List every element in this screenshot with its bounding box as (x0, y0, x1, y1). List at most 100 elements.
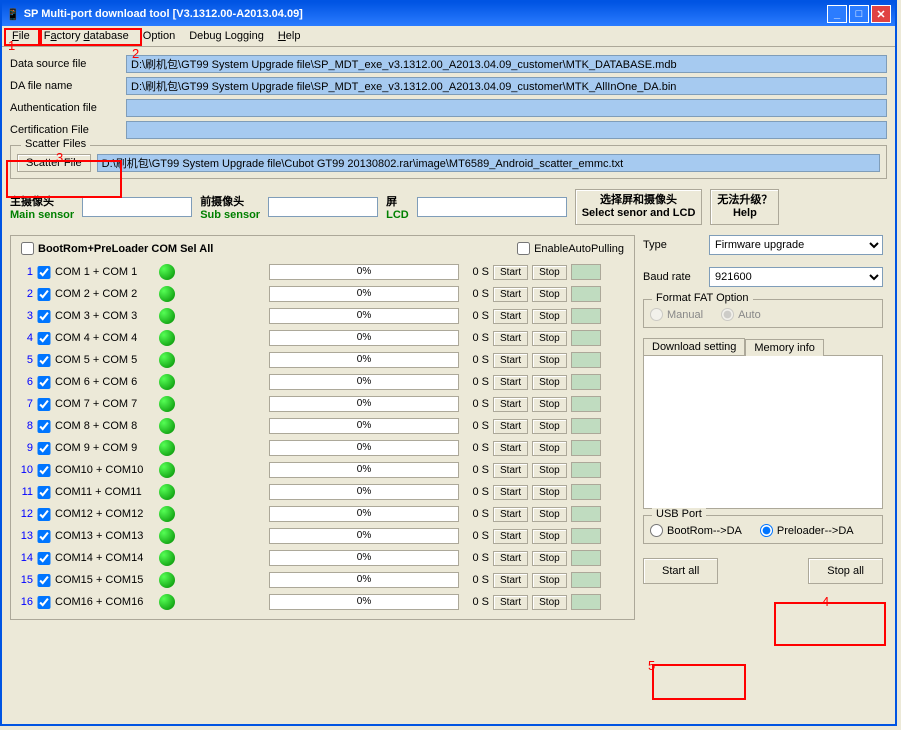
auth-file-input[interactable] (126, 99, 887, 117)
start-button[interactable]: Start (493, 595, 528, 610)
com-checkbox[interactable] (37, 552, 51, 565)
com-index: 11 (17, 486, 33, 498)
stop-button[interactable]: Stop (532, 287, 567, 302)
led-icon (159, 462, 175, 478)
help-button[interactable]: 无法升级？Help (710, 189, 779, 225)
menu-help[interactable]: Help (272, 28, 307, 44)
com-index: 13 (17, 530, 33, 542)
progress-bar: 0% (269, 330, 459, 346)
select-sensor-lcd-button[interactable]: 选择屏和摄像头Select senor and LCD (575, 189, 703, 225)
lcd-input[interactable] (417, 197, 567, 217)
fat-legend: Format FAT Option (652, 292, 753, 304)
stop-button[interactable]: Stop (532, 595, 567, 610)
start-button[interactable]: Start (493, 441, 528, 456)
start-button[interactable]: Start (493, 463, 528, 478)
data-source-input[interactable] (126, 55, 887, 73)
usb-preloader-radio[interactable]: Preloader-->DA (760, 524, 854, 537)
sel-all-checkbox[interactable]: BootRom+PreLoader COM Sel All (21, 242, 213, 255)
start-button[interactable]: Start (493, 287, 528, 302)
close-button[interactable]: ✕ (871, 5, 891, 23)
stop-button[interactable]: Stop (532, 441, 567, 456)
time-label: 0 S (463, 530, 489, 542)
menu-file[interactable]: File (6, 28, 36, 44)
com-checkbox[interactable] (37, 332, 51, 345)
type-select[interactable]: Firmware upgrade (709, 235, 883, 255)
com-checkbox[interactable] (37, 508, 51, 521)
progress-bar: 0% (269, 286, 459, 302)
com-name: COM15 + COM15 (55, 574, 155, 586)
stop-button[interactable]: Stop (532, 507, 567, 522)
com-checkbox[interactable] (37, 398, 51, 411)
main-sensor-input[interactable] (82, 197, 192, 217)
menu-option[interactable]: Option (137, 28, 181, 44)
start-button[interactable]: Start (493, 573, 528, 588)
cert-file-input[interactable] (126, 121, 887, 139)
led-icon (159, 572, 175, 588)
menu-factory-database[interactable]: Factory database (38, 28, 135, 44)
scatter-file-input[interactable] (97, 154, 880, 172)
stop-button[interactable]: Stop (532, 485, 567, 500)
baud-select[interactable]: 921600 (709, 267, 883, 287)
start-button[interactable]: Start (493, 265, 528, 280)
scatter-file-button[interactable]: Scatter File (17, 154, 91, 172)
tab-download-setting[interactable]: Download setting (643, 338, 745, 355)
stop-button[interactable]: Stop (532, 375, 567, 390)
stop-button[interactable]: Stop (532, 331, 567, 346)
com-checkbox[interactable] (37, 310, 51, 323)
main-sensor-cn: 主摄像头 (10, 193, 74, 209)
start-button[interactable]: Start (493, 309, 528, 324)
com-row: 5 COM 5 + COM 5 0% 0 S Start Stop (17, 349, 628, 371)
maximize-button[interactable]: □ (849, 5, 869, 23)
stop-button[interactable]: Stop (532, 419, 567, 434)
start-button[interactable]: Start (493, 353, 528, 368)
stop-button[interactable]: Stop (532, 353, 567, 368)
com-checkbox[interactable] (37, 288, 51, 301)
usb-bootrom-radio[interactable]: BootRom-->DA (650, 524, 742, 537)
sub-sensor-cn: 前摄像头 (200, 193, 260, 209)
sub-sensor-input[interactable] (268, 197, 378, 217)
start-all-button[interactable]: Start all (643, 558, 718, 584)
da-file-input[interactable] (126, 77, 887, 95)
time-label: 0 S (463, 332, 489, 344)
com-name: COM 1 + COM 1 (55, 266, 155, 278)
stop-button[interactable]: Stop (532, 463, 567, 478)
stop-button[interactable]: Stop (532, 309, 567, 324)
window-title: SP Multi-port download tool [V3.1312.00-… (24, 8, 303, 20)
com-checkbox[interactable] (37, 420, 51, 433)
start-button[interactable]: Start (493, 419, 528, 434)
start-button[interactable]: Start (493, 375, 528, 390)
tab-memory-info[interactable]: Memory info (745, 339, 824, 356)
minimize-button[interactable]: _ (827, 5, 847, 23)
com-checkbox[interactable] (37, 442, 51, 455)
com-checkbox[interactable] (37, 486, 51, 499)
start-button[interactable]: Start (493, 485, 528, 500)
com-checkbox[interactable] (37, 464, 51, 477)
com-checkbox[interactable] (37, 596, 51, 609)
progress-bar: 0% (269, 594, 459, 610)
auto-pulling-checkbox[interactable]: EnableAutoPulling (517, 242, 624, 255)
start-button[interactable]: Start (493, 551, 528, 566)
com-checkbox[interactable] (37, 574, 51, 587)
stop-button[interactable]: Stop (532, 397, 567, 412)
time-label: 0 S (463, 508, 489, 520)
menu-debug-logging[interactable]: Debug Logging (183, 28, 270, 44)
progress-bar: 0% (269, 506, 459, 522)
time-label: 0 S (463, 288, 489, 300)
start-button[interactable]: Start (493, 529, 528, 544)
com-row: 1 COM 1 + COM 1 0% 0 S Start Stop (17, 261, 628, 283)
com-checkbox[interactable] (37, 354, 51, 367)
stop-button[interactable]: Stop (532, 551, 567, 566)
start-button[interactable]: Start (493, 507, 528, 522)
stop-button[interactable]: Stop (532, 529, 567, 544)
stop-button[interactable]: Stop (532, 573, 567, 588)
start-button[interactable]: Start (493, 331, 528, 346)
stop-all-button[interactable]: Stop all (808, 558, 883, 584)
progress-bar: 0% (269, 374, 459, 390)
com-checkbox[interactable] (37, 530, 51, 543)
stop-button[interactable]: Stop (532, 265, 567, 280)
led-icon (159, 550, 175, 566)
com-checkbox[interactable] (37, 266, 51, 279)
com-checkbox[interactable] (37, 376, 51, 389)
status-box (571, 352, 601, 368)
start-button[interactable]: Start (493, 397, 528, 412)
